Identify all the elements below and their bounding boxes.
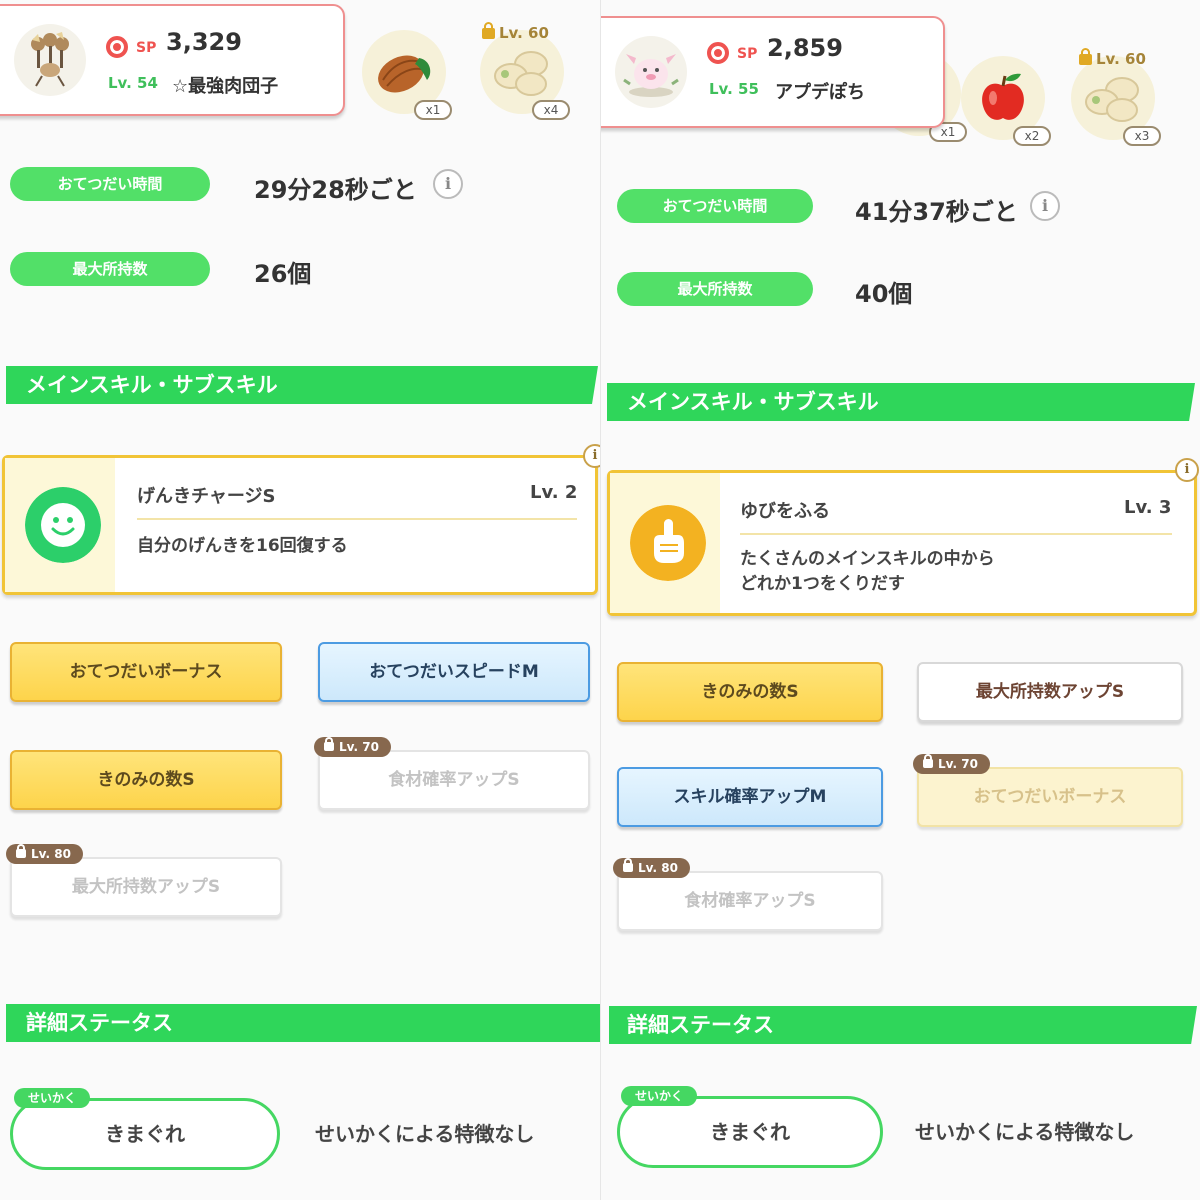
pokemon-sprite-icon	[31, 32, 69, 87]
lock-icon	[623, 858, 633, 872]
subskill-2[interactable]: 最大所持数アップS	[917, 662, 1183, 722]
section-header-skills: メインスキル・サブスキル	[601, 383, 1195, 421]
ingredient-slot-2[interactable]: x2	[961, 56, 1051, 146]
subskill-4-locked[interactable]: おてつだいボーナス	[917, 767, 1183, 827]
ingredient-count: x2	[1013, 126, 1051, 146]
lock-level-text: Lv. 80	[638, 861, 678, 875]
lock-icon	[324, 737, 334, 751]
nature-tag: せいかく	[621, 1086, 698, 1106]
nature-tag: せいかく	[14, 1088, 91, 1108]
pokemon-nickname: アプデぽち	[775, 82, 865, 103]
main-skill-card[interactable]: げんきチャージS Lv. 2 自分のげんきを16回復する	[2, 455, 598, 595]
carry-limit-label: 最大所持数	[10, 252, 210, 286]
apple-icon	[982, 73, 1024, 120]
right-pokemon-panel: x1 SP 2,859 Lv. 55 アプデぽち x2 x3 Lv. 60 おて…	[600, 0, 1200, 1200]
section-header-skills: メインスキル・サブスキル	[0, 366, 598, 404]
cacao-icon	[378, 55, 431, 93]
lock-icon	[16, 844, 26, 858]
unlock-level-text: Lv. 60	[499, 24, 549, 42]
sp-label: SP	[737, 46, 758, 62]
carry-limit-label: 最大所持数	[617, 272, 813, 306]
carry-limit-value: 26個	[254, 260, 312, 288]
smile-icon	[25, 487, 101, 563]
lock-level-text: Lv. 70	[339, 740, 379, 754]
help-time-value: 29分28秒ごと	[254, 176, 417, 204]
pokemon-sprite-icon	[623, 54, 679, 97]
left-pokemon-panel: SP 3,329 Lv. 54 ☆最強肉団子 x1 x4 Lv. 60 おてつだ…	[0, 0, 600, 1200]
skill-info-icon[interactable]: i	[1175, 458, 1199, 482]
help-time-value: 41分37秒ごと	[855, 198, 1018, 226]
potato-icon	[1085, 77, 1139, 122]
info-icon[interactable]: i	[433, 169, 463, 199]
help-time-label: おてつだい時間	[617, 189, 813, 223]
subskill-2[interactable]: おてつだいスピードM	[318, 642, 590, 702]
pokemon-info-card[interactable]: SP 3,329 Lv. 54 ☆最強肉団子	[0, 4, 345, 116]
lock-icon	[482, 22, 495, 39]
subskill-lock-badge: Lv. 80	[613, 858, 690, 878]
pokemon-avatar	[615, 36, 687, 108]
ingredient-slot-3[interactable]: x3	[1071, 56, 1161, 146]
ingredient-unlock-level: Lv. 60	[1079, 48, 1146, 68]
ingredient-slot-1[interactable]: x1	[362, 30, 452, 120]
subskill-lock-badge: Lv. 80	[6, 844, 83, 864]
unlock-level-text: Lv. 60	[1096, 50, 1146, 68]
section-title: メインスキル・サブスキル	[627, 390, 879, 414]
lock-icon	[1079, 48, 1092, 65]
lock-level-text: Lv. 70	[938, 757, 978, 771]
ingredient-unlock-level: Lv. 60	[482, 22, 549, 42]
subskill-3[interactable]: スキル確率アップM	[617, 767, 883, 827]
subskill-lock-badge: Lv. 70	[314, 737, 391, 757]
main-skill-level: Lv. 3	[1124, 497, 1172, 518]
nature-value[interactable]: きまぐれ	[617, 1096, 883, 1168]
sp-value: 3,329	[166, 28, 242, 56]
pokemon-nickname: ☆最強肉団子	[172, 76, 279, 97]
main-skill-description-line2: どれか1つをくりだす	[740, 574, 905, 594]
lock-level-text: Lv. 80	[31, 847, 71, 861]
sp-label: SP	[136, 40, 157, 56]
main-skill-level: Lv. 2	[530, 482, 578, 503]
main-skill-name: ゆびをふる	[740, 501, 830, 522]
section-header-detail: 詳細ステータス	[0, 1004, 600, 1042]
section-header-detail: 詳細ステータス	[609, 1006, 1197, 1044]
subskill-3[interactable]: きのみの数S	[10, 750, 282, 810]
info-icon[interactable]: i	[1030, 191, 1060, 221]
ingredient-count: x3	[1123, 126, 1161, 146]
lock-icon	[923, 754, 933, 768]
ingredient-count: x1	[414, 100, 452, 120]
finger-icon	[630, 505, 706, 581]
main-skill-card[interactable]: ゆびをふる Lv. 3 たくさんのメインスキルの中から どれか1つをくりだす	[607, 470, 1197, 616]
pokemon-level: Lv. 55	[709, 80, 759, 98]
subskill-1[interactable]: おてつだいボーナス	[10, 642, 282, 702]
nature-value[interactable]: きまぐれ	[10, 1098, 280, 1170]
subskill-5-locked[interactable]: 食材確率アップS	[617, 871, 883, 931]
help-time-label: おてつだい時間	[10, 167, 210, 201]
ingredient-count: x4	[532, 100, 570, 120]
pokemon-avatar	[14, 24, 86, 96]
subskill-5-locked[interactable]: 最大所持数アップS	[10, 857, 282, 917]
sp-icon	[106, 36, 128, 58]
potato-icon	[494, 51, 548, 96]
main-skill-description: 自分のげんきを16回復する	[137, 536, 348, 556]
main-skill-name: げんきチャージS	[137, 486, 276, 507]
subskill-4-locked[interactable]: 食材確率アップS	[318, 750, 590, 810]
nature-description: せいかくによる特徴なし	[915, 1120, 1135, 1144]
subskill-1[interactable]: きのみの数S	[617, 662, 883, 722]
sp-value: 2,859	[767, 34, 843, 62]
skill-info-icon[interactable]: i	[583, 444, 600, 468]
pokemon-info-card[interactable]: SP 2,859 Lv. 55 アプデぽち	[601, 16, 945, 128]
subskill-lock-badge: Lv. 70	[913, 754, 990, 774]
main-skill-description-line1: たくさんのメインスキルの中から	[740, 549, 995, 569]
section-title: 詳細ステータス	[26, 1011, 173, 1035]
pokemon-level: Lv. 54	[108, 74, 158, 92]
section-title: 詳細ステータス	[627, 1013, 774, 1037]
carry-limit-value: 40個	[855, 280, 913, 308]
ingredient-slot-2[interactable]: x4	[480, 30, 570, 120]
sp-icon	[707, 42, 729, 64]
nature-description: せいかくによる特徴なし	[315, 1122, 535, 1146]
section-title: メインスキル・サブスキル	[26, 373, 278, 397]
